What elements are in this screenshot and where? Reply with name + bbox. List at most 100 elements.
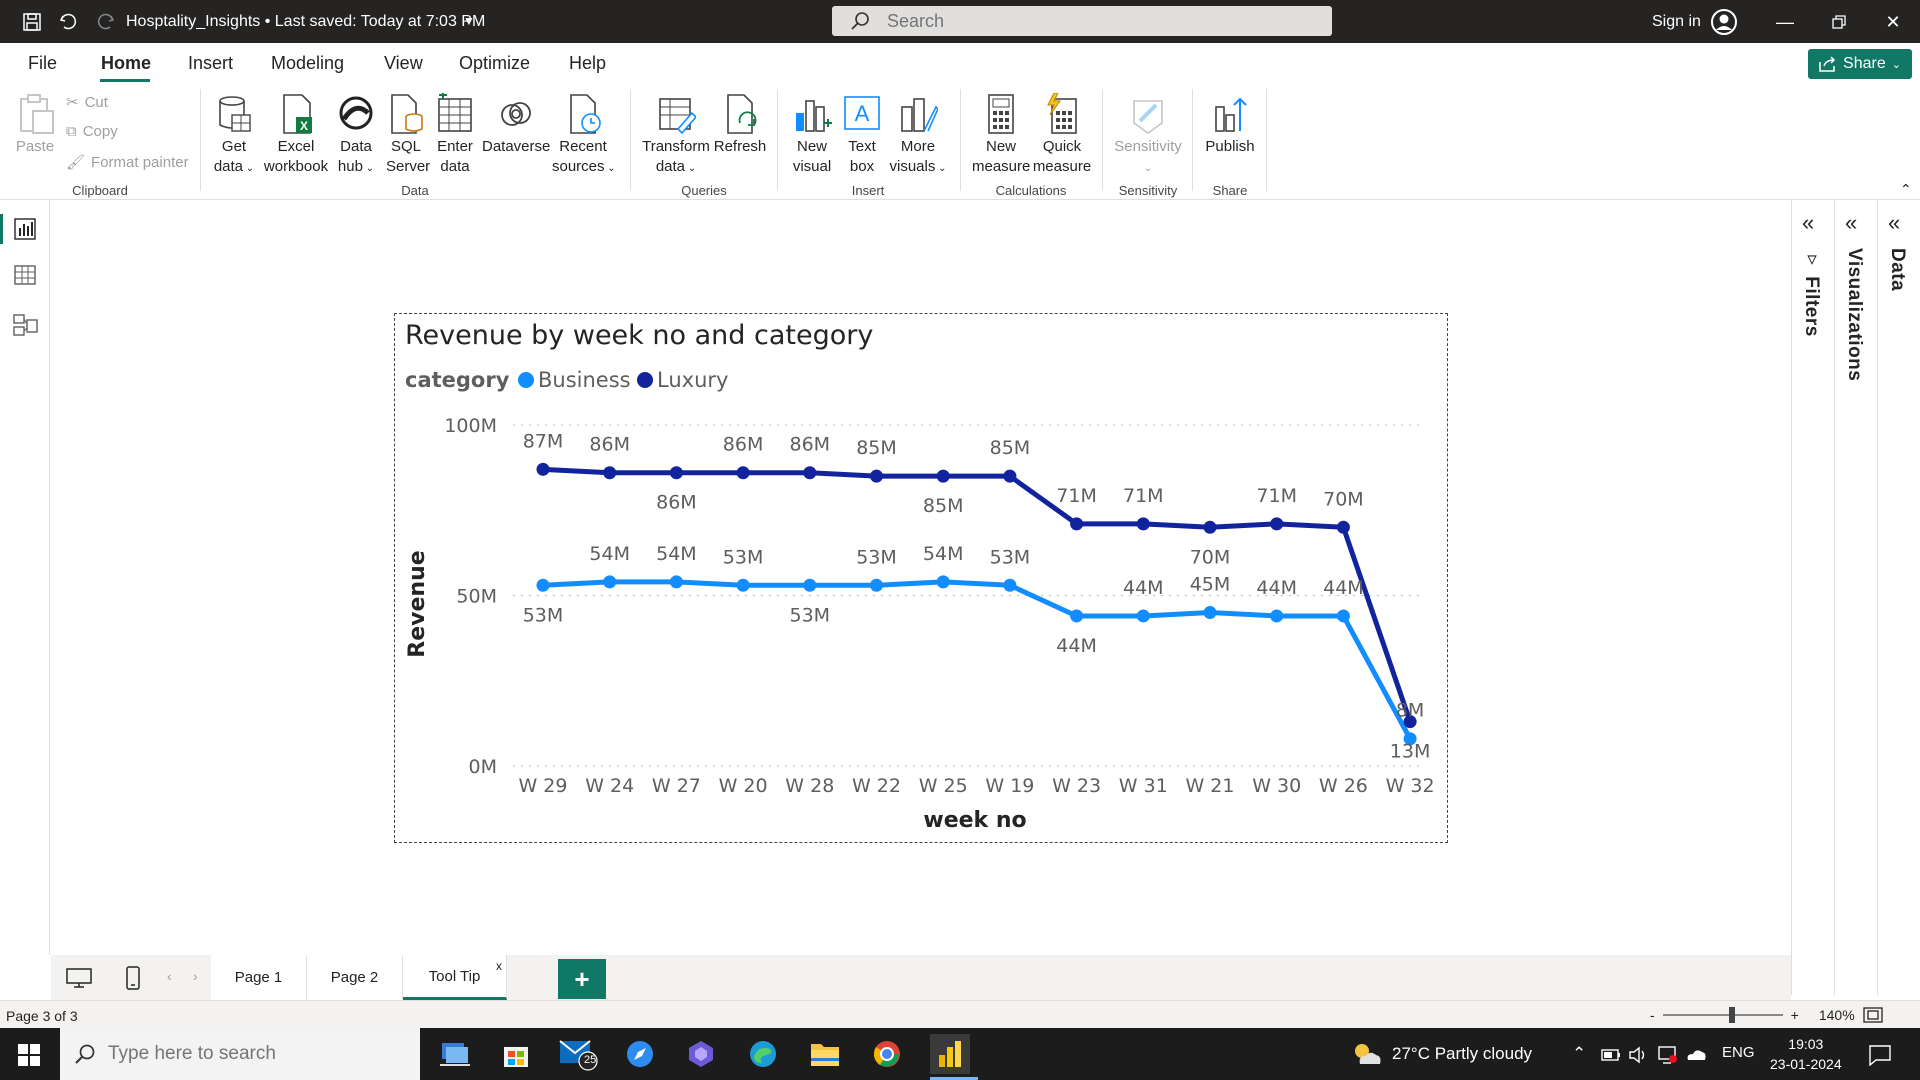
sensitivity-button[interactable]: Sensitivity ⌄ <box>1112 93 1184 179</box>
scroll-right-icon[interactable]: › <box>193 968 198 984</box>
data-point <box>1203 520 1217 534</box>
visualizations-label: Visualizations <box>1844 248 1865 382</box>
zoom-out-button[interactable]: - <box>1650 1007 1655 1023</box>
undo-icon[interactable] <box>54 8 82 36</box>
excel-workbook-button[interactable]: X Excel workbook <box>262 93 330 177</box>
minimize-icon[interactable]: — <box>1770 8 1800 36</box>
page-tab-tool-tip[interactable]: Tool Tip x <box>403 955 507 1000</box>
taskbar-search-input[interactable] <box>108 1041 398 1067</box>
quick-measure-label-2: measure <box>1032 158 1092 175</box>
safari-icon[interactable] <box>620 1034 660 1074</box>
input-language[interactable]: ENG <box>1722 1044 1755 1061</box>
new-visual-label-2: visual <box>792 158 832 175</box>
data-pane[interactable]: « Data <box>1877 200 1920 995</box>
line-chart-visual[interactable]: Revenue by week no and category category… <box>394 313 1448 843</box>
expand-data-icon[interactable]: « <box>1888 210 1900 236</box>
publish-button[interactable]: Publish <box>1202 93 1258 157</box>
new-measure-button[interactable]: New measure <box>972 93 1030 177</box>
tab-optimize[interactable]: Optimize <box>459 53 530 74</box>
visualizations-pane[interactable]: « Visualizations <box>1834 200 1877 995</box>
scroll-left-icon[interactable]: ‹ <box>167 968 172 984</box>
add-page-button[interactable]: + <box>558 959 606 999</box>
user-avatar-icon[interactable] <box>1710 8 1738 36</box>
tab-view[interactable]: View <box>384 53 423 74</box>
battery-icon[interactable] <box>1600 1046 1622 1064</box>
zoom-in-button[interactable]: + <box>1791 1007 1799 1023</box>
weather-icon[interactable] <box>1350 1040 1384 1068</box>
transform-data-button[interactable]: Transform data ⌄ <box>642 93 710 179</box>
save-icon[interactable] <box>18 8 46 36</box>
zoom-level[interactable]: 140% <box>1819 1007 1855 1023</box>
report-view-icon[interactable] <box>12 216 38 242</box>
tab-help[interactable]: Help <box>569 53 606 74</box>
fit-to-page-icon[interactable] <box>1863 1007 1883 1023</box>
windows-start-icon[interactable] <box>18 1044 40 1066</box>
page-tab-1[interactable]: Page 1 <box>211 955 307 1000</box>
volume-icon[interactable] <box>1628 1045 1650 1065</box>
refresh-button[interactable]: Refresh <box>712 93 768 157</box>
expand-visualizations-icon[interactable]: « <box>1845 210 1857 236</box>
show-hidden-icons[interactable]: ⌃ <box>1572 1044 1586 1064</box>
publish-label: Publish <box>1205 138 1255 155</box>
file-explorer-icon[interactable] <box>805 1034 845 1074</box>
weather-text[interactable]: 27°C Partly cloudy <box>1392 1044 1532 1064</box>
file-title[interactable]: Hosptality_Insights • Last saved: Today … <box>126 13 485 31</box>
text-box-button[interactable]: A Text box <box>840 93 884 177</box>
edge-icon[interactable] <box>743 1034 783 1074</box>
collapse-ribbon-icon[interactable]: ⌃ <box>1900 181 1912 198</box>
power-bi-taskbar-icon[interactable] <box>930 1034 970 1074</box>
page-tab-2[interactable]: Page 2 <box>307 955 403 1000</box>
legend-label-luxury[interactable]: Luxury <box>657 368 728 392</box>
taskbar-search[interactable] <box>60 1028 420 1080</box>
sql-server-button[interactable]: SQL Server <box>386 93 430 177</box>
restore-icon[interactable] <box>1824 8 1854 36</box>
format-painter-button[interactable]: 🖌 Format painter <box>66 153 189 172</box>
tab-file[interactable]: File <box>28 53 57 74</box>
task-view-icon[interactable] <box>435 1034 475 1074</box>
search-input[interactable] <box>887 10 1307 32</box>
cut-button[interactable]: ✂ Cut <box>66 93 108 112</box>
tab-insert[interactable]: Insert <box>188 53 233 74</box>
system-clock[interactable]: 19:03 23-01-2024 <box>1770 1034 1842 1074</box>
copy-button[interactable]: ⧉ Copy <box>66 123 118 140</box>
more-visuals-button[interactable]: More visuals ⌄ <box>888 93 948 179</box>
data-point <box>1203 606 1217 620</box>
close-page-icon[interactable]: x <box>496 959 502 973</box>
notifications-icon[interactable] <box>1868 1044 1892 1066</box>
recent-sources-button[interactable]: Recent sources ⌄ <box>552 93 616 179</box>
mail-icon[interactable]: 25 <box>558 1034 598 1074</box>
chevron-down-icon[interactable]: ▼ <box>463 14 475 28</box>
model-view-icon[interactable] <box>12 312 38 338</box>
quick-measure-button[interactable]: Quick measure <box>1032 93 1092 177</box>
copilot-icon[interactable] <box>681 1034 721 1074</box>
filters-pane[interactable]: « ▿ Filters <box>1791 200 1834 995</box>
close-icon[interactable]: ✕ <box>1878 8 1908 36</box>
data-point <box>936 575 950 589</box>
desktop-layout-icon[interactable] <box>65 967 93 989</box>
microsoft-store-icon[interactable] <box>496 1034 536 1074</box>
zoom-slider-thumb[interactable] <box>1728 1007 1735 1023</box>
sign-in-link[interactable]: Sign in <box>1652 13 1701 31</box>
chrome-icon[interactable] <box>867 1034 907 1074</box>
redo-icon[interactable] <box>92 8 120 36</box>
tab-home[interactable]: Home <box>101 53 151 74</box>
dataverse-button[interactable]: Dataverse <box>482 93 550 157</box>
enter-data-button[interactable]: Enter data <box>434 93 476 177</box>
legend-label-business[interactable]: Business <box>538 368 631 392</box>
expand-filters-icon[interactable]: « <box>1802 210 1814 236</box>
search-box[interactable] <box>832 6 1332 36</box>
table-view-icon[interactable] <box>12 262 38 288</box>
get-data-button[interactable]: Get data ⌄ <box>212 93 256 179</box>
new-visual-button[interactable]: New visual <box>790 93 834 177</box>
mobile-layout-icon[interactable] <box>125 965 141 991</box>
tab-modeling[interactable]: Modeling <box>271 53 344 74</box>
network-icon[interactable] <box>1656 1044 1678 1066</box>
zoom-slider[interactable] <box>1662 1007 1783 1023</box>
paste-button[interactable]: Paste <box>12 93 58 157</box>
cut-label: Cut <box>84 93 108 111</box>
x-tick-label: W 32 <box>1386 775 1435 797</box>
share-button[interactable]: Share ⌄ <box>1808 49 1912 79</box>
onedrive-icon[interactable] <box>1684 1044 1708 1066</box>
table-icon <box>438 93 472 132</box>
data-hub-button[interactable]: Data hub ⌄ <box>334 93 378 179</box>
